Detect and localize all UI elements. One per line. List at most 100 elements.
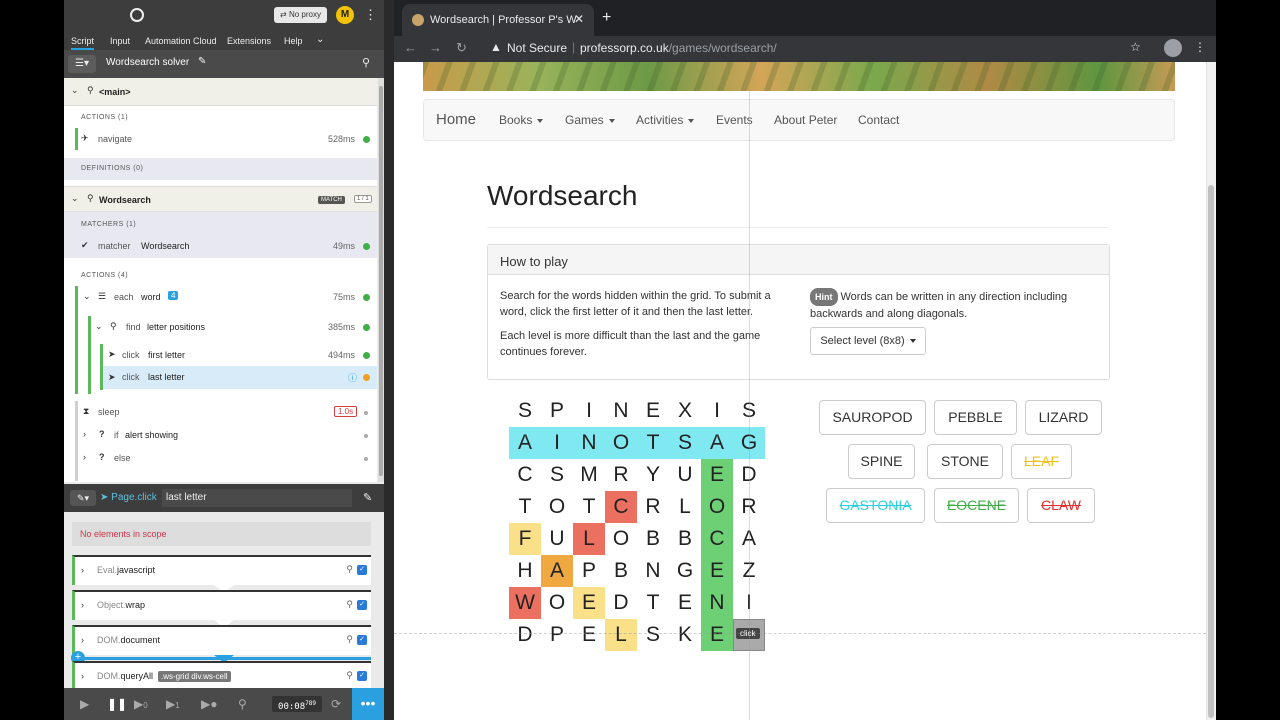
chevron-down-icon[interactable]: ⌄ [71, 193, 79, 204]
word-button[interactable]: LIZARD [1025, 400, 1102, 435]
matcher-row[interactable]: ✔ matcher Wordsearch 49ms [64, 234, 377, 258]
grid-cell[interactable]: D [509, 619, 541, 651]
forward-icon[interactable]: → [429, 40, 442, 55]
nav-home[interactable]: Home [436, 111, 476, 128]
chevron-right-icon[interactable]: › [81, 671, 84, 681]
grid-cell[interactable]: O [541, 587, 573, 619]
action-if[interactable]: › ? if alert showing [64, 424, 377, 446]
tab-automation-cloud[interactable]: Automation Cloud [145, 34, 217, 50]
tab-script[interactable]: Script [71, 34, 95, 50]
grid-cell[interactable]: E [573, 587, 605, 619]
pipe-enabled-checkbox[interactable]: ✓ [357, 635, 367, 645]
list-menu-button[interactable]: ☰▾ [68, 55, 96, 73]
grid-cell[interactable]: S [637, 619, 669, 651]
pipe-object-wrap[interactable]: › Object.wrap ⚲ ✓ [72, 590, 371, 620]
nav-activities[interactable]: Activities [636, 113, 695, 127]
grid-cell[interactable]: T [509, 491, 541, 523]
record-icon[interactable]: ▶● [201, 697, 217, 711]
avatar[interactable]: M [336, 6, 354, 24]
grid-cell[interactable]: E [669, 587, 701, 619]
grid-cell[interactable]: C [605, 491, 637, 523]
action-sleep[interactable]: ⧗ sleep 1.0s [64, 401, 377, 423]
pipe-enabled-checkbox[interactable]: ✓ [357, 671, 367, 681]
bulb-icon[interactable]: ⚲ [346, 634, 353, 645]
nav-books[interactable]: Books [499, 113, 544, 127]
url-bar[interactable]: ▲ Not Secure | professorp.co.uk/games/wo… [478, 37, 1158, 59]
action-find[interactable]: ⌄ ⚲ find letter positions 385ms [64, 316, 377, 338]
grid-cell[interactable]: Y [637, 459, 669, 491]
context-wordsearch[interactable]: ⌄ ⚲ Wordsearch MATCH 1 / 1 [64, 186, 377, 212]
back-icon[interactable]: ← [404, 40, 417, 55]
grid-cell[interactable]: I [541, 427, 573, 459]
grid-cell[interactable]: O [701, 491, 733, 523]
grid-cell[interactable]: T [637, 427, 669, 459]
word-button[interactable]: CLAW [1027, 488, 1095, 523]
grid-cell[interactable]: O [605, 523, 637, 555]
pause-icon[interactable]: ❚❚ [107, 697, 127, 711]
grid-cell[interactable]: U [541, 523, 573, 555]
grid-cell[interactable]: B [605, 555, 637, 587]
level-select-button[interactable]: Select level (8x8) [810, 327, 926, 355]
bulb-icon[interactable]: ⚲ [346, 564, 353, 575]
grid-cell[interactable]: I [573, 395, 605, 427]
grid-cell[interactable]: U [669, 459, 701, 491]
grid-cell[interactable]: P [541, 395, 573, 427]
word-button[interactable]: STONE [927, 444, 1003, 479]
grid-cell[interactable]: T [573, 491, 605, 523]
edit-mode-button[interactable]: ✎▾ [70, 490, 96, 506]
step-over-icon[interactable]: ▶1 [166, 697, 180, 711]
more-options-button[interactable]: ••• [352, 688, 384, 720]
nav-events[interactable]: Events [716, 113, 753, 127]
grid-cell[interactable]: O [541, 491, 573, 523]
scrollbar-thumb[interactable] [379, 86, 383, 476]
action-click-last[interactable]: ➤ click last letter ⓘ [103, 366, 377, 389]
close-tab-icon[interactable]: ✕ [574, 12, 584, 26]
pipe-enabled-checkbox[interactable]: ✓ [357, 600, 367, 610]
grid-cell[interactable]: A [701, 427, 733, 459]
grid-cell[interactable]: L [669, 491, 701, 523]
word-button[interactable]: SPINE [848, 444, 915, 479]
reload-icon[interactable]: ↻ [456, 40, 467, 56]
more-vert-icon[interactable]: ⋮ [364, 6, 377, 24]
page-scrollbar-thumb[interactable] [1208, 185, 1214, 718]
word-button[interactable]: SAUROPOD [819, 400, 926, 435]
bulb-icon[interactable]: ⚲ [346, 599, 353, 610]
tab-extensions[interactable]: Extensions [227, 34, 271, 50]
chevron-right-icon[interactable]: › [83, 452, 86, 462]
pipe-eval-javascript[interactable]: › Eval.javascript ⚲ ✓ [72, 555, 371, 585]
grid-cell[interactable]: E [637, 395, 669, 427]
grid-cell[interactable]: E [701, 555, 733, 587]
proxy-button[interactable]: ⇄ No proxy [274, 7, 327, 23]
action-navigate[interactable]: ✈ navigate 528ms [64, 128, 377, 150]
grid-cell[interactable]: S [541, 459, 573, 491]
help-icon[interactable]: ⓘ [348, 371, 357, 384]
grid-cell[interactable]: E [573, 619, 605, 651]
grid-cell[interactable]: S [509, 395, 541, 427]
grid-cell[interactable]: E [701, 619, 733, 651]
nav-about-peter[interactable]: About Peter [774, 113, 837, 127]
grid-cell[interactable]: P [541, 619, 573, 651]
word-button[interactable]: EOCENE [934, 488, 1019, 523]
edit-icon[interactable]: ✎ [198, 56, 206, 67]
bulb-icon[interactable]: ⚲ [346, 670, 353, 681]
grid-cell[interactable]: A [541, 555, 573, 587]
grid-cell[interactable]: A [509, 427, 541, 459]
new-tab-icon[interactable]: + [602, 9, 611, 27]
pipe-dom-document[interactable]: › DOM.document ⚲ ✓ [72, 625, 371, 655]
grid-cell[interactable]: D [605, 587, 637, 619]
grid-cell[interactable]: K [669, 619, 701, 651]
pipe-dom-queryall[interactable]: › DOM.queryAll .ws-grid div.ws-cell ⚲ ✓ [72, 661, 371, 688]
command-argument-input[interactable]: last letter [162, 489, 352, 507]
chevron-down-icon[interactable]: ⌄ [83, 291, 91, 302]
chevron-down-icon[interactable]: ⌄ [316, 34, 324, 46]
grid-cell[interactable]: E [701, 459, 733, 491]
action-click-first[interactable]: ➤ click first letter 494ms [64, 344, 377, 366]
tab-help[interactable]: Help [284, 34, 303, 50]
chevron-right-icon[interactable]: › [81, 565, 84, 575]
selector-chip[interactable]: .ws-grid div.ws-cell [158, 671, 231, 682]
grid-cell[interactable]: L [573, 523, 605, 555]
grid-cell[interactable]: I [701, 395, 733, 427]
search-icon[interactable]: ⚲ [362, 56, 370, 69]
grid-cell[interactable]: N [637, 555, 669, 587]
action-each[interactable]: ⌄ ☰ each word 4 75ms [64, 286, 377, 308]
